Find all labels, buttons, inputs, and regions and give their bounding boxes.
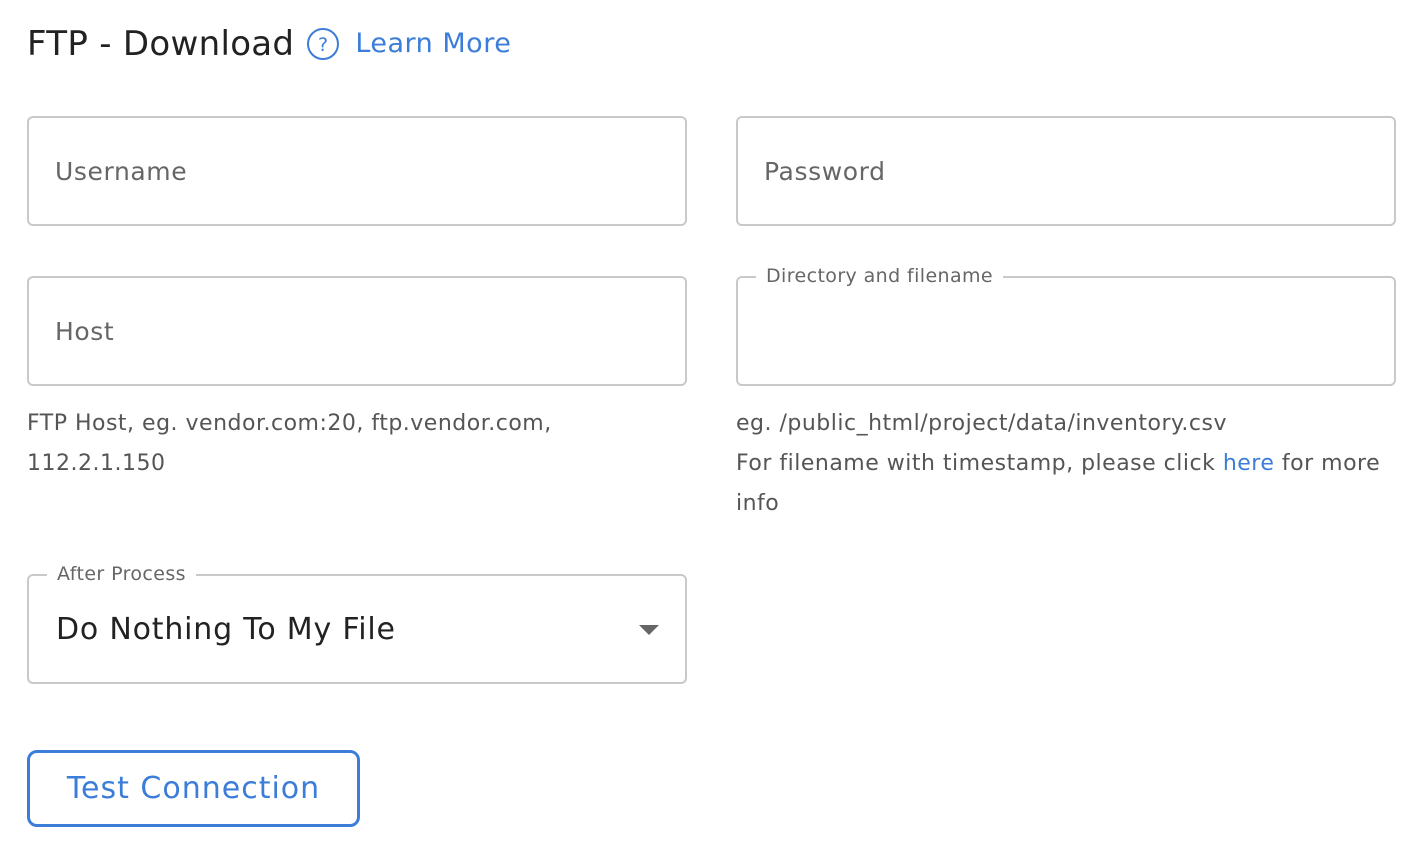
timestamp-info: For filename with timestamp, please clic… <box>736 444 1396 524</box>
timestamp-info-prefix: For filename with timestamp, please clic… <box>736 451 1216 476</box>
username-input[interactable] <box>29 118 685 224</box>
test-connection-button[interactable]: Test Connection <box>27 750 360 827</box>
username-field <box>27 116 687 226</box>
caret-down-icon[interactable] <box>639 625 659 635</box>
after-process-value[interactable]: Do Nothing To My File <box>56 576 396 682</box>
host-field <box>27 276 687 386</box>
page-title: FTP - Download <box>27 24 295 64</box>
svg-text:?: ? <box>318 34 328 56</box>
host-helper-text: FTP Host, eg. vendor.com:20, ftp.vendor.… <box>27 411 552 476</box>
directory-input[interactable] <box>738 278 1394 384</box>
timestamp-info-link[interactable]: here <box>1223 451 1275 476</box>
ftp-download-form: FTP - Download ? Learn More Directory an… <box>0 0 1416 856</box>
form-header: FTP - Download ? Learn More <box>27 22 511 66</box>
learn-more-link[interactable]: Learn More <box>355 22 511 66</box>
password-input[interactable] <box>738 118 1394 224</box>
host-input[interactable] <box>29 278 685 384</box>
after-process-select[interactable]: After Process Do Nothing To My File <box>27 562 687 684</box>
directory-field: Directory and filename <box>736 264 1396 386</box>
directory-example: eg. /public_html/project/data/inventory.… <box>736 411 1227 436</box>
directory-helper-text: eg. /public_html/project/data/inventory.… <box>736 404 1396 524</box>
password-field <box>736 116 1396 226</box>
question-circle-icon[interactable]: ? <box>306 27 340 61</box>
